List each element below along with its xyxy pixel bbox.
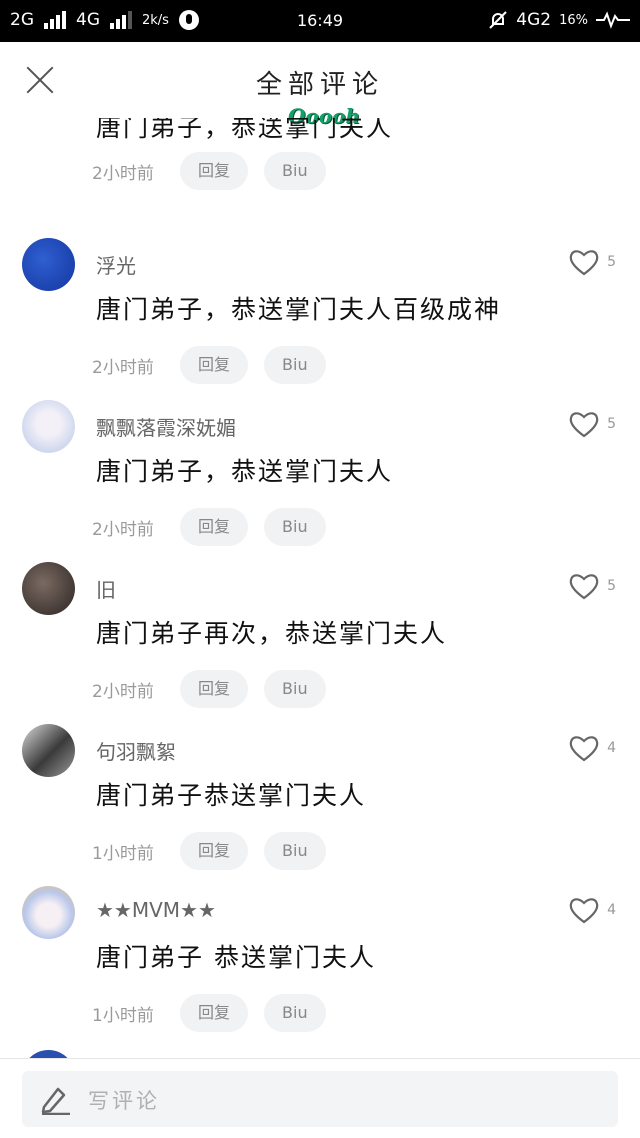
- biu-button[interactable]: Biu: [264, 994, 326, 1032]
- comment-meta: 2小时前 回复 Biu: [92, 508, 326, 546]
- comment-time: 2小时前: [92, 519, 154, 540]
- biu-button[interactable]: Biu: [264, 152, 326, 190]
- status-bar: 2G 4G 2k/s 16:49 4G2 16%: [0, 0, 640, 42]
- heart-icon: [569, 898, 599, 924]
- comment-text: 唐门弟子，恭送掌门夫人百级成神: [96, 295, 502, 324]
- avatar[interactable]: [22, 118, 75, 121]
- comment-meta: 2小时前 回复 Biu: [92, 152, 326, 190]
- heart-icon: [569, 412, 599, 438]
- heart-icon: [569, 736, 599, 762]
- comment-meta: 2小时前 回复 Biu: [92, 670, 326, 708]
- comment-time: 2小时前: [92, 163, 154, 184]
- like-count: 4: [607, 740, 616, 756]
- comment-username[interactable]: ★★MVM★★: [96, 898, 216, 922]
- comment-meta: 2小时前 回复 Biu: [92, 346, 326, 384]
- like-count: 5: [607, 416, 616, 432]
- mute-icon: [489, 11, 507, 29]
- avatar[interactable]: [22, 1050, 75, 1058]
- comment-input[interactable]: 写评论: [22, 1071, 618, 1127]
- battery-percent: 16%: [559, 12, 588, 28]
- heart-icon: [569, 574, 599, 600]
- avatar[interactable]: [22, 400, 75, 453]
- comment-item: 飘飘落霞深妩媚 唐门弟子，恭送掌门夫人 2小时前 回复 Biu 5: [0, 400, 640, 562]
- comment-item: 唐门弟子，恭送掌门夫人 2小时前 回复 Biu: [0, 118, 640, 256]
- network-4g2-label: 4G2: [516, 10, 552, 30]
- avatar[interactable]: [22, 562, 75, 615]
- comment-username[interactable]: 浮光: [96, 250, 136, 279]
- reply-button[interactable]: 回复: [180, 670, 249, 708]
- comment-time: 1小时前: [92, 843, 154, 864]
- header: 全部评论 Ooooh: [0, 42, 640, 128]
- biu-button[interactable]: Biu: [264, 346, 326, 384]
- reply-button[interactable]: 回复: [180, 508, 249, 546]
- like-button[interactable]: 5: [569, 572, 616, 600]
- comment-text: 唐门弟子，恭送掌门夫人: [96, 457, 394, 486]
- biu-button[interactable]: Biu: [264, 832, 326, 870]
- like-button[interactable]: 4: [569, 896, 616, 924]
- comment-meta: 1小时前 回复 Biu: [92, 994, 326, 1032]
- reply-button[interactable]: 回复: [180, 152, 249, 190]
- like-button[interactable]: 4: [569, 734, 616, 762]
- reply-button[interactable]: 回复: [180, 994, 249, 1032]
- like-count: 5: [607, 254, 616, 270]
- avatar[interactable]: [22, 886, 75, 939]
- comment-text: 唐门弟子，恭送掌门夫人: [96, 118, 394, 142]
- biu-button[interactable]: Biu: [264, 508, 326, 546]
- comment-time: 2小时前: [92, 357, 154, 378]
- comment-input-placeholder: 写评论: [88, 1089, 160, 1113]
- avatar[interactable]: [22, 238, 75, 291]
- like-count: 5: [607, 578, 616, 594]
- avatar[interactable]: [22, 724, 75, 777]
- like-count: 4: [607, 902, 616, 918]
- comment-item: ★★MVM★★ 唐门弟子 恭送掌门夫人 1小时前 回复 Biu 4: [0, 886, 640, 1048]
- comment-username[interactable]: 旧: [96, 574, 116, 603]
- page-title: 全部评论: [255, 70, 384, 100]
- comment-composer: 写评论: [0, 1058, 640, 1138]
- reply-button[interactable]: 回复: [180, 832, 249, 870]
- comment-text: 唐门弟子恭送掌门夫人: [96, 781, 367, 810]
- battery-pulse-icon: [596, 11, 630, 29]
- comment-item: 句羽飘絮 唐门弟子恭送掌门夫人 1小时前 回复 Biu 4: [0, 724, 640, 886]
- like-button[interactable]: 5: [569, 410, 616, 438]
- comment-meta: 1小时前 回复 Biu: [92, 832, 326, 870]
- pen-icon: [41, 1087, 70, 1115]
- comment-username[interactable]: 句羽飘絮: [96, 736, 176, 765]
- heart-icon: [569, 250, 599, 276]
- comment-time: 2小时前: [92, 681, 154, 702]
- comment-text: 唐门弟子 恭送掌门夫人: [96, 943, 376, 972]
- comment-username[interactable]: 飘飘落霞深妩媚: [96, 412, 236, 441]
- comment-list[interactable]: 唐门弟子，恭送掌门夫人 2小时前 回复 Biu 浮光 唐门弟子，恭送掌门夫人百级…: [0, 118, 640, 1058]
- biu-button[interactable]: Biu: [264, 670, 326, 708]
- comment-item: 旧 唐门弟子再次，恭送掌门夫人 2小时前 回复 Biu 5: [0, 562, 640, 724]
- comment-item: 浮光 唐门弟子，恭送掌门夫人百级成神 2小时前 回复 Biu 5: [0, 238, 640, 400]
- like-button[interactable]: 5: [569, 248, 616, 276]
- comment-time: 1小时前: [92, 1005, 154, 1026]
- reply-button[interactable]: 回复: [180, 346, 249, 384]
- comment-text: 唐门弟子再次，恭送掌门夫人: [96, 619, 448, 648]
